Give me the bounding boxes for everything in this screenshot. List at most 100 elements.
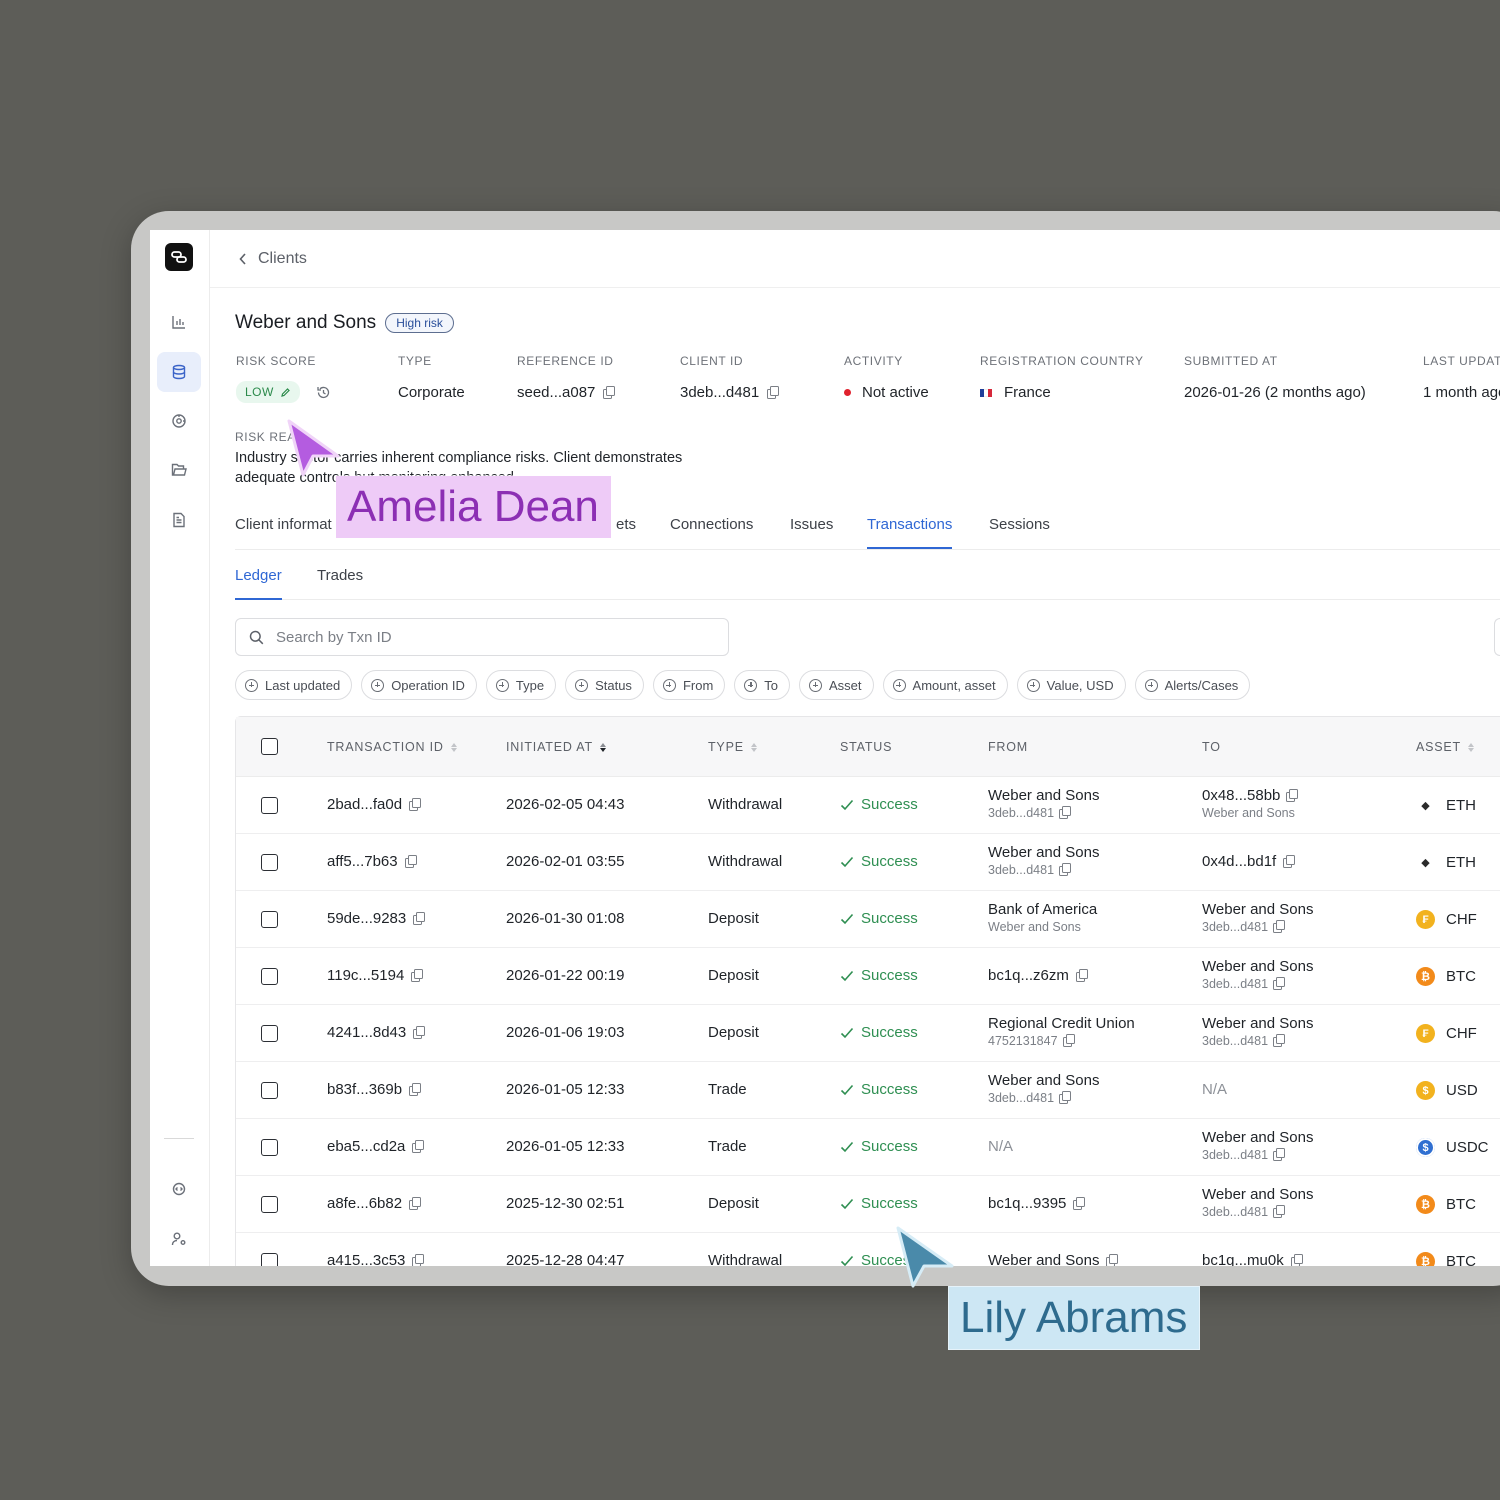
- transaction-id-text[interactable]: 4241...8d43: [327, 1024, 406, 1041]
- table-row[interactable]: aff5...7b63 2026-02-01 03:55 Withdrawal …: [236, 834, 1500, 891]
- tab-sessions[interactable]: Sessions: [989, 516, 1050, 533]
- select-all-checkbox[interactable]: [261, 738, 278, 755]
- folder-icon[interactable]: [157, 450, 201, 490]
- tab-transactions[interactable]: Transactions: [867, 516, 953, 549]
- transaction-id-text[interactable]: a8fe...6b82: [327, 1195, 402, 1212]
- from-main: Bank of America: [988, 901, 1097, 918]
- copy-icon[interactable]: [1273, 1205, 1286, 1218]
- column-asset[interactable]: ASSET: [1416, 740, 1474, 754]
- asset-cell: ₿ BTC: [1416, 1252, 1476, 1266]
- copy-icon[interactable]: [1286, 788, 1299, 802]
- filter-alerts-cases[interactable]: Alerts/Cases: [1134, 670, 1251, 700]
- monitoring-icon[interactable]: [157, 401, 201, 441]
- filter-type[interactable]: Type: [485, 670, 557, 700]
- transaction-id-text[interactable]: a415...3c53: [327, 1252, 405, 1266]
- copy-icon[interactable]: [412, 1253, 425, 1266]
- copy-icon[interactable]: [1106, 1253, 1119, 1266]
- transaction-id-text[interactable]: 119c...5194: [327, 967, 404, 984]
- tab-connections[interactable]: Connections: [670, 516, 753, 533]
- edit-icon[interactable]: [280, 387, 291, 398]
- copy-icon[interactable]: [1075, 968, 1088, 982]
- copy-icon[interactable]: [1273, 920, 1286, 933]
- row-checkbox[interactable]: [261, 1082, 278, 1099]
- search-input[interactable]: Search by Txn ID: [235, 618, 729, 656]
- copy-icon[interactable]: [1062, 1034, 1075, 1047]
- toolbar-button[interactable]: [1494, 618, 1500, 656]
- table-row[interactable]: 119c...5194 2026-01-22 00:19 Deposit Suc…: [236, 948, 1500, 1005]
- transaction-id-text[interactable]: 59de...9283: [327, 910, 406, 927]
- filter-last-updated[interactable]: Last updated: [235, 670, 353, 700]
- initiated-at-cell: 2025-12-30 02:51: [506, 1195, 625, 1212]
- row-checkbox[interactable]: [261, 1139, 278, 1156]
- copy-icon[interactable]: [409, 1082, 422, 1096]
- copy-icon[interactable]: [1273, 1034, 1286, 1047]
- tab-client-information[interactable]: Client informat: [235, 516, 332, 533]
- copy-icon[interactable]: [1059, 806, 1072, 819]
- table-row[interactable]: a8fe...6b82 2025-12-30 02:51 Deposit Suc…: [236, 1176, 1500, 1233]
- copy-icon[interactable]: [1283, 854, 1296, 868]
- table-row[interactable]: 2bad...fa0d 2026-02-05 04:43 Withdrawal …: [236, 777, 1500, 834]
- from-cell: Weber and Sons: [988, 1252, 1119, 1266]
- back-to-clients-link[interactable]: Clients: [238, 250, 307, 268]
- table-row[interactable]: b83f...369b 2026-01-05 12:33 Trade Succe…: [236, 1062, 1500, 1119]
- filter-amount-asset[interactable]: Amount, asset: [882, 670, 1008, 700]
- row-checkbox[interactable]: [261, 1253, 278, 1266]
- user-settings-icon[interactable]: [157, 1219, 201, 1259]
- sort-icon[interactable]: [750, 742, 757, 752]
- column-initiated-at[interactable]: INITIATED AT: [506, 740, 606, 754]
- copy-icon[interactable]: [1073, 1196, 1086, 1210]
- app-logo[interactable]: [165, 243, 193, 271]
- history-icon[interactable]: [316, 385, 331, 400]
- column-transaction-id[interactable]: TRANSACTION ID: [327, 740, 457, 754]
- filter-from[interactable]: From: [652, 670, 726, 700]
- risk-score-pill[interactable]: LOW: [236, 381, 300, 403]
- copy-icon[interactable]: [767, 385, 780, 399]
- copy-icon[interactable]: [1273, 1148, 1286, 1161]
- sort-icon[interactable]: [450, 742, 457, 752]
- copy-icon[interactable]: [1290, 1253, 1303, 1266]
- copy-icon[interactable]: [1059, 1091, 1072, 1104]
- filter-value-usd[interactable]: Value, USD: [1016, 670, 1126, 700]
- copy-icon[interactable]: [413, 911, 426, 925]
- transaction-id-text[interactable]: eba5...cd2a: [327, 1138, 405, 1155]
- analytics-icon[interactable]: [157, 302, 201, 342]
- asset-text: CHF: [1446, 1025, 1477, 1042]
- transaction-id-text[interactable]: b83f...369b: [327, 1081, 402, 1098]
- filter-asset[interactable]: Asset: [799, 670, 874, 700]
- subtab-ledger[interactable]: Ledger: [235, 567, 282, 600]
- table-row[interactable]: 59de...9283 2026-01-30 01:08 Deposit Suc…: [236, 891, 1500, 948]
- row-checkbox[interactable]: [261, 1025, 278, 1042]
- copy-icon[interactable]: [1059, 863, 1072, 876]
- row-checkbox[interactable]: [261, 797, 278, 814]
- copy-icon[interactable]: [409, 1196, 422, 1210]
- database-icon[interactable]: [157, 352, 201, 392]
- developer-settings-icon[interactable]: [157, 1169, 201, 1209]
- copy-icon[interactable]: [1273, 977, 1286, 990]
- subtab-trades[interactable]: Trades: [317, 567, 363, 584]
- row-checkbox[interactable]: [261, 854, 278, 871]
- copy-icon[interactable]: [413, 1025, 426, 1039]
- transaction-id-text[interactable]: 2bad...fa0d: [327, 796, 402, 813]
- filter-to[interactable]: To: [734, 670, 791, 700]
- copy-icon[interactable]: [411, 968, 424, 982]
- table-row[interactable]: 4241...8d43 2026-01-06 19:03 Deposit Suc…: [236, 1005, 1500, 1062]
- column-type[interactable]: TYPE: [708, 740, 757, 754]
- copy-icon[interactable]: [409, 797, 422, 811]
- table-row[interactable]: eba5...cd2a 2026-01-05 12:33 Trade Succe…: [236, 1119, 1500, 1176]
- filter-operation-id[interactable]: Operation ID: [361, 670, 477, 700]
- row-checkbox[interactable]: [261, 911, 278, 928]
- sort-icon[interactable]: [1468, 742, 1474, 752]
- copy-icon[interactable]: [404, 854, 417, 868]
- copy-icon[interactable]: [603, 385, 616, 399]
- tab-issues[interactable]: Issues: [790, 516, 833, 533]
- row-checkbox[interactable]: [261, 1196, 278, 1213]
- filter-status[interactable]: Status: [565, 670, 644, 700]
- tab-assets[interactable]: ets: [616, 516, 636, 533]
- row-checkbox[interactable]: [261, 968, 278, 985]
- last-updated-value: 1 month ago: [1423, 384, 1500, 401]
- document-icon[interactable]: [157, 500, 201, 540]
- copy-icon[interactable]: [412, 1139, 425, 1153]
- transaction-id-text[interactable]: aff5...7b63: [327, 853, 398, 870]
- sort-desc-icon[interactable]: [599, 742, 606, 752]
- table-row[interactable]: a415...3c53 2025-12-28 04:47 Withdrawal …: [236, 1233, 1500, 1266]
